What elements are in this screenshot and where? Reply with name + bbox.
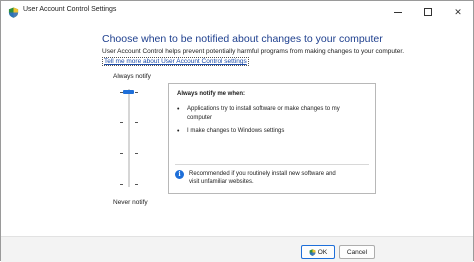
footer-bar [1,236,473,262]
minimize-button[interactable] [383,1,413,23]
ok-button[interactable]: OK [301,245,335,259]
info-panel-title: Always notify me when: [177,91,246,97]
maximize-button[interactable] [413,1,443,23]
divider [175,164,369,165]
minimize-icon [394,11,402,13]
window-title: User Account Control Settings [23,6,117,13]
list-item: • Applications try to install software o… [177,105,367,125]
slider-tick [120,184,123,185]
recommendation-text: Recommended if you routinely install new… [189,171,336,185]
page-heading: Choose when to be notified about changes… [102,33,383,45]
close-icon: ✕ [454,6,462,17]
slider-tick [120,122,123,123]
help-link[interactable]: Tell me more about User Account Control … [102,57,249,66]
list-item-text: Applications try to install software or … [187,106,340,121]
info-panel: Always notify me when: • Applications tr… [168,83,376,194]
slider-thumb[interactable] [123,90,134,94]
slider-track[interactable] [128,89,130,187]
title-bar: User Account Control Settings ✕ [1,1,473,23]
close-button[interactable]: ✕ [443,1,473,23]
slider-top-label: Always notify [113,73,151,80]
info-icon: i [175,170,184,179]
list-item: • I make changes to Windows settings [177,127,367,137]
maximize-icon [424,8,432,16]
slider-bottom-label: Never notify [113,199,148,206]
ok-button-label: OK [317,248,328,256]
page-description: User Account Control helps prevent poten… [102,48,405,55]
slider-tick [135,184,138,185]
cancel-button[interactable]: Cancel [339,245,375,259]
slider-tick [135,153,138,154]
slider-tick [120,153,123,154]
cancel-button-label: Cancel [346,248,368,256]
slider-tick [135,122,138,123]
bullet: • [177,106,180,113]
bullet: • [177,128,180,135]
list-item-text: I make changes to Windows settings [187,128,285,134]
slider-tick [135,92,138,93]
uac-shield-icon [8,7,19,18]
uac-shield-icon [309,248,316,256]
